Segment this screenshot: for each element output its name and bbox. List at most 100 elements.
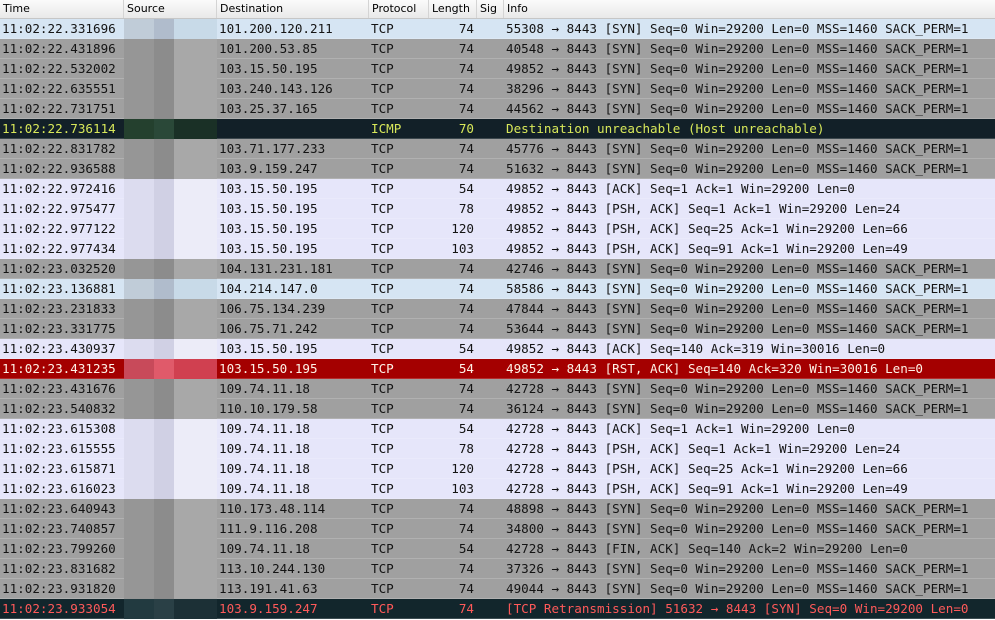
packet-row[interactable]: 11:02:23.640943 110.173.48.114 TCP 74 48898 … bbox=[0, 499, 995, 519]
time-cell: 11:02:23.616023 bbox=[2, 481, 116, 496]
packet-row[interactable]: 11:02:23.933054 103.9.159.247 TCP 74 [TCP Re… bbox=[0, 599, 995, 619]
redacted-source-address bbox=[124, 379, 217, 399]
protocol-cell: TCP bbox=[371, 481, 394, 496]
time-cell: 11:02:22.736114 bbox=[2, 121, 116, 136]
packet-row[interactable]: 11:02:22.975477 103.15.50.195 TCP 78 49852 →… bbox=[0, 199, 995, 219]
column-header-length[interactable]: Length bbox=[429, 0, 477, 18]
protocol-cell: TCP bbox=[371, 161, 394, 176]
redacted-source-address bbox=[124, 279, 217, 299]
packet-row[interactable]: 11:02:23.799260 109.74.11.18 TCP 54 42728 → … bbox=[0, 539, 995, 559]
packet-row[interactable]: 11:02:23.831682 113.10.244.130 TCP 74 37326 … bbox=[0, 559, 995, 579]
info-cell: 40548 → 8443 [SYN] Seq=0 Win=29200 Len=0… bbox=[506, 41, 969, 56]
info-cell: 42728 → 8443 [PSH, ACK] Seq=91 Ack=1 Win… bbox=[506, 481, 908, 496]
length-cell: 74 bbox=[458, 261, 474, 276]
column-header-protocol[interactable]: Protocol bbox=[369, 0, 429, 18]
packet-row[interactable]: 11:02:22.936588 103.9.159.247 TCP 74 51632 →… bbox=[0, 159, 995, 179]
destination-cell: 103.15.50.195 bbox=[219, 361, 318, 376]
column-header-time[interactable]: Time bbox=[0, 0, 124, 18]
destination-cell: 111.9.116.208 bbox=[219, 521, 318, 536]
packet-row[interactable]: 11:02:23.032520 104.131.231.181 TCP 74 42746… bbox=[0, 259, 995, 279]
packet-row[interactable]: 11:02:22.331696 101.200.120.211 TCP 74 55308… bbox=[0, 19, 995, 39]
packet-row[interactable]: 11:02:23.615871 109.74.11.18 TCP 120 42728 →… bbox=[0, 459, 995, 479]
destination-cell: 104.131.231.181 bbox=[219, 261, 333, 276]
time-cell: 11:02:23.740857 bbox=[2, 521, 116, 536]
packet-row[interactable]: 11:02:22.532002 103.15.50.195 TCP 74 49852 →… bbox=[0, 59, 995, 79]
packet-row[interactable]: 11:02:23.231833 106.75.134.239 TCP 74 47844 … bbox=[0, 299, 995, 319]
length-cell: 120 bbox=[451, 461, 474, 476]
packet-row[interactable]: 11:02:23.136881 104.214.147.0 TCP 74 58586 →… bbox=[0, 279, 995, 299]
column-header-source[interactable]: Source bbox=[124, 0, 217, 18]
redacted-source-address bbox=[124, 159, 217, 179]
destination-cell: 103.15.50.195 bbox=[219, 61, 318, 76]
time-cell: 11:02:22.977122 bbox=[2, 221, 116, 236]
packet-row[interactable]: 11:02:22.736114 ICMP 70 Destination unreach… bbox=[0, 119, 995, 139]
length-cell: 74 bbox=[458, 41, 474, 56]
info-cell: 49044 → 8443 [SYN] Seq=0 Win=29200 Len=0… bbox=[506, 581, 969, 596]
destination-cell: 103.15.50.195 bbox=[219, 201, 318, 216]
length-cell: 74 bbox=[458, 561, 474, 576]
length-cell: 54 bbox=[458, 181, 474, 196]
redacted-source-address bbox=[124, 59, 217, 79]
packet-row[interactable]: 11:02:22.972416 103.15.50.195 TCP 54 49852 →… bbox=[0, 179, 995, 199]
info-cell: 42728 → 8443 [ACK] Seq=1 Ack=1 Win=29200… bbox=[506, 421, 855, 436]
packet-rows: 11:02:22.331696 101.200.120.211 TCP 74 55308… bbox=[0, 19, 995, 619]
packet-row[interactable]: 11:02:22.977122 103.15.50.195 TCP 120 49852 … bbox=[0, 219, 995, 239]
info-cell: 34800 → 8443 [SYN] Seq=0 Win=29200 Len=0… bbox=[506, 521, 969, 536]
redacted-source-address bbox=[124, 239, 217, 259]
time-cell: 11:02:23.831682 bbox=[2, 561, 116, 576]
destination-cell: 101.200.120.211 bbox=[219, 21, 333, 36]
info-cell: [TCP Retransmission] 51632 → 8443 [SYN] … bbox=[506, 601, 969, 616]
packet-row[interactable]: 11:02:23.740857 111.9.116.208 TCP 74 34800 →… bbox=[0, 519, 995, 539]
length-cell: 70 bbox=[458, 121, 474, 136]
packet-row[interactable]: 11:02:23.540832 110.10.179.58 TCP 74 36124 →… bbox=[0, 399, 995, 419]
info-cell: 49852 → 8443 [PSH, ACK] Seq=1 Ack=1 Win=… bbox=[506, 201, 901, 216]
destination-cell: 101.200.53.85 bbox=[219, 41, 318, 56]
redacted-source-address bbox=[124, 199, 217, 219]
time-cell: 11:02:23.615308 bbox=[2, 421, 116, 436]
packet-list[interactable]: Time Source Destination Protocol Length … bbox=[0, 0, 995, 620]
packet-row[interactable]: 11:02:23.615308 109.74.11.18 TCP 54 42728 → … bbox=[0, 419, 995, 439]
packet-row[interactable]: 11:02:23.431235 103.15.50.195 TCP 54 49852 →… bbox=[0, 359, 995, 379]
time-cell: 11:02:22.831782 bbox=[2, 141, 116, 156]
packet-row[interactable]: 11:02:22.635551 103.240.143.126 TCP 74 38296… bbox=[0, 79, 995, 99]
packet-row[interactable]: 11:02:22.731751 103.25.37.165 TCP 74 44562 →… bbox=[0, 99, 995, 119]
redacted-source-address bbox=[124, 439, 217, 459]
packet-row[interactable]: 11:02:22.977434 103.15.50.195 TCP 103 49852 … bbox=[0, 239, 995, 259]
packet-row[interactable]: 11:02:23.431676 109.74.11.18 TCP 74 42728 → … bbox=[0, 379, 995, 399]
destination-cell: 106.75.71.242 bbox=[219, 321, 318, 336]
info-cell: 53644 → 8443 [SYN] Seq=0 Win=29200 Len=0… bbox=[506, 321, 969, 336]
column-header-destination[interactable]: Destination bbox=[217, 0, 369, 18]
packet-row[interactable]: 11:02:23.331775 106.75.71.242 TCP 74 53644 →… bbox=[0, 319, 995, 339]
destination-cell: 109.74.11.18 bbox=[219, 421, 310, 436]
length-cell: 120 bbox=[451, 221, 474, 236]
column-header-info[interactable]: Info bbox=[504, 0, 995, 18]
info-cell: 42746 → 8443 [SYN] Seq=0 Win=29200 Len=0… bbox=[506, 261, 969, 276]
info-cell: 47844 → 8443 [SYN] Seq=0 Win=29200 Len=0… bbox=[506, 301, 969, 316]
destination-cell: 103.71.177.233 bbox=[219, 141, 326, 156]
info-cell: 49852 → 8443 [RST, ACK] Seq=140 Ack=320 … bbox=[506, 361, 924, 376]
info-cell: 42728 → 8443 [SYN] Seq=0 Win=29200 Len=0… bbox=[506, 381, 969, 396]
info-cell: 49852 → 8443 [PSH, ACK] Seq=91 Ack=1 Win… bbox=[506, 241, 908, 256]
length-cell: 74 bbox=[458, 301, 474, 316]
protocol-cell: TCP bbox=[371, 101, 394, 116]
time-cell: 11:02:22.635551 bbox=[2, 81, 116, 96]
packet-row[interactable]: 11:02:22.431896 101.200.53.85 TCP 74 40548 →… bbox=[0, 39, 995, 59]
info-cell: 42728 → 8443 [FIN, ACK] Seq=140 Ack=2 Wi… bbox=[506, 541, 908, 556]
length-cell: 74 bbox=[458, 581, 474, 596]
packet-row[interactable]: 11:02:23.616023 109.74.11.18 TCP 103 42728 →… bbox=[0, 479, 995, 499]
info-cell: 48898 → 8443 [SYN] Seq=0 Win=29200 Len=0… bbox=[506, 501, 969, 516]
packet-row[interactable]: 11:02:23.931820 113.191.41.63 TCP 74 49044 →… bbox=[0, 579, 995, 599]
protocol-cell: TCP bbox=[371, 541, 394, 556]
packet-row[interactable]: 11:02:22.831782 103.71.177.233 TCP 74 45776 … bbox=[0, 139, 995, 159]
packet-row[interactable]: 11:02:23.615555 109.74.11.18 TCP 78 42728 → … bbox=[0, 439, 995, 459]
column-header-sig[interactable]: Sig bbox=[477, 0, 504, 18]
packet-row[interactable]: 11:02:23.430937 103.15.50.195 TCP 54 49852 →… bbox=[0, 339, 995, 359]
redacted-source-address bbox=[124, 19, 217, 39]
protocol-cell: TCP bbox=[371, 81, 394, 96]
length-cell: 74 bbox=[458, 521, 474, 536]
protocol-cell: TCP bbox=[371, 241, 394, 256]
length-cell: 74 bbox=[458, 21, 474, 36]
redacted-source-address bbox=[124, 179, 217, 199]
protocol-cell: TCP bbox=[371, 221, 394, 236]
length-cell: 78 bbox=[458, 201, 474, 216]
